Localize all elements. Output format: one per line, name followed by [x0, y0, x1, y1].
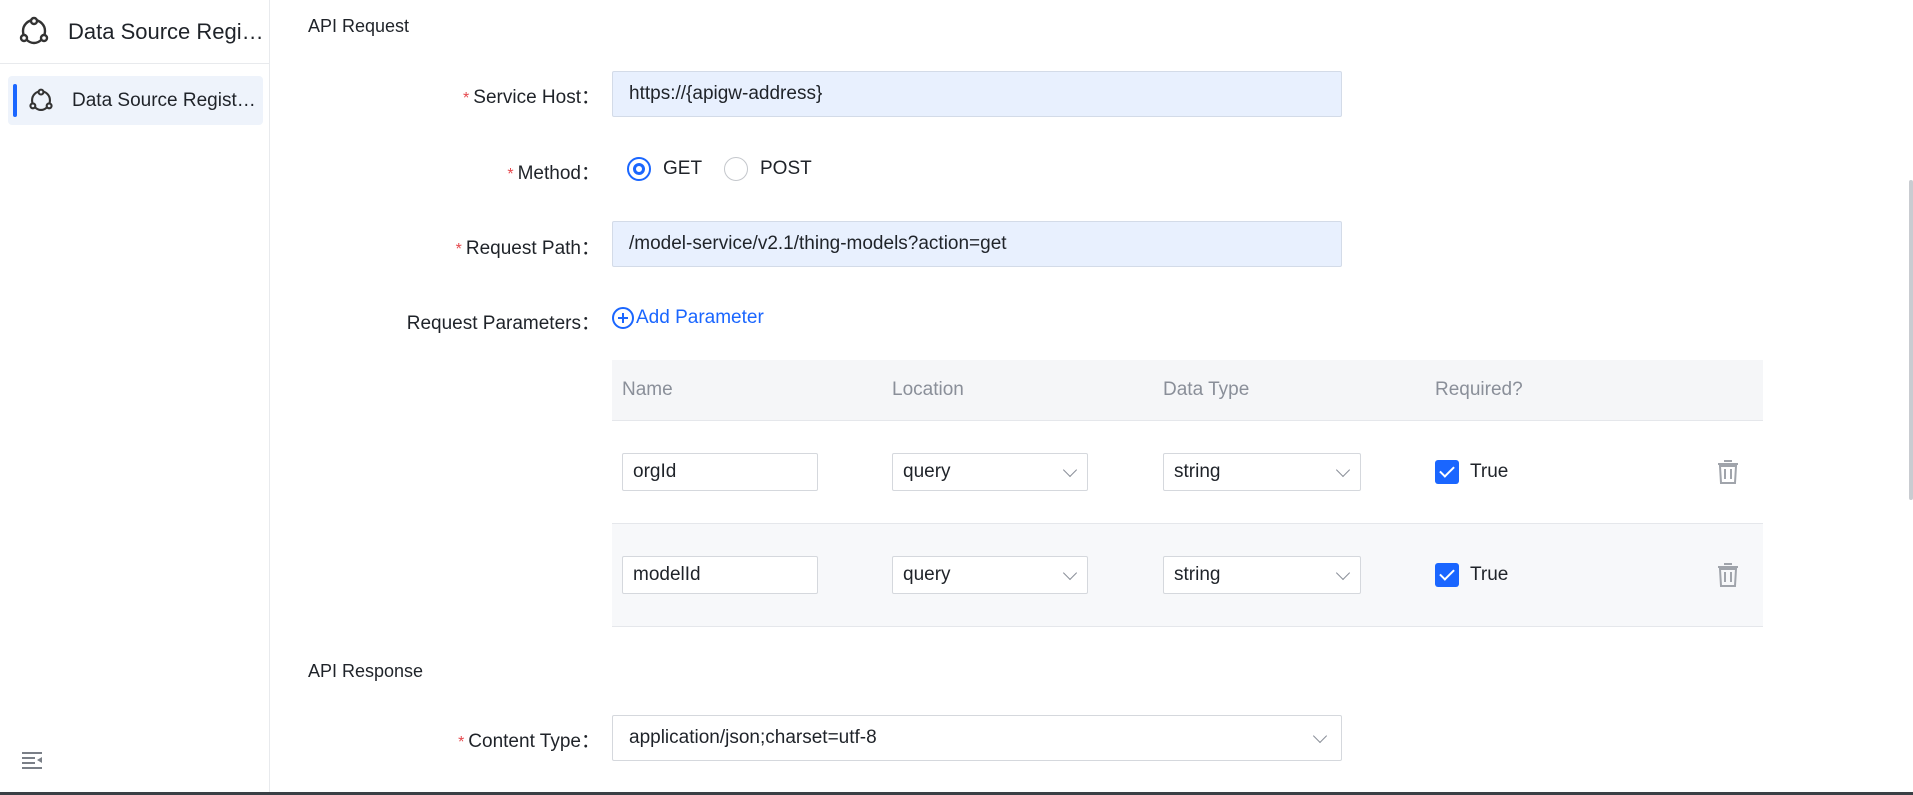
- table-row: orgId query string True: [612, 421, 1763, 524]
- chevron-down-icon: [1312, 728, 1328, 744]
- main-content: API Request * Service Host： https://{apig…: [270, 0, 1913, 795]
- sidebar-item-data-source-registration[interactable]: Data Source Registration: [8, 76, 263, 125]
- method-get-radio[interactable]: [627, 157, 651, 181]
- method-post-radio[interactable]: [724, 157, 748, 181]
- param-name-input[interactable]: modelId: [622, 556, 818, 594]
- scrollbar-thumb[interactable]: [1909, 180, 1913, 500]
- method-label: * Method：: [507, 163, 600, 184]
- trash-icon[interactable]: [1717, 460, 1739, 484]
- add-circle-icon: [612, 307, 634, 329]
- required-mark: *: [458, 734, 465, 751]
- sidebar: Data Source Registration Data Source Reg…: [0, 0, 270, 795]
- app-logo-icon: [19, 16, 49, 44]
- app-title: Data Source Registration: [68, 18, 268, 44]
- param-location-select[interactable]: query: [892, 453, 1088, 491]
- column-header-required: Required?: [1435, 379, 1523, 400]
- api-request-section-title: API Request: [308, 16, 410, 36]
- param-data-type-select[interactable]: string: [1163, 453, 1361, 491]
- add-parameter-button[interactable]: Add Parameter: [612, 307, 764, 329]
- menu-collapse-icon[interactable]: [20, 748, 44, 772]
- chevron-down-icon: [1335, 462, 1351, 478]
- param-required-label: True: [1470, 564, 1509, 585]
- content-type-label: * Content Type：: [458, 731, 600, 752]
- sidebar-header: Data Source Registration: [0, 0, 270, 64]
- column-header-location: Location: [892, 379, 964, 400]
- request-path-label: * Request Path：: [455, 238, 600, 259]
- method-get-label[interactable]: GET: [663, 158, 702, 180]
- service-host-input[interactable]: https://{apigw-address}: [612, 71, 1342, 117]
- api-response-section-title: API Response: [308, 661, 424, 681]
- service-host-label: * Service Host：: [463, 87, 600, 108]
- param-location-select[interactable]: query: [892, 556, 1088, 594]
- required-mark: *: [507, 166, 514, 183]
- sidebar-item-label: Data Source Registration: [72, 89, 257, 111]
- request-parameters-table: Name Location Data Type Required? orgId …: [612, 360, 1763, 627]
- trash-icon[interactable]: [1717, 563, 1739, 587]
- required-mark: *: [463, 90, 470, 107]
- chevron-down-icon: [1335, 565, 1351, 581]
- param-required-checkbox[interactable]: [1435, 460, 1459, 484]
- data-source-icon: [29, 88, 53, 111]
- column-header-name: Name: [622, 379, 673, 400]
- table-row: modelId query string True: [612, 524, 1763, 627]
- request-parameters-label: Request Parameters：: [406, 313, 600, 334]
- column-header-data-type: Data Type: [1163, 379, 1250, 400]
- param-required-checkbox[interactable]: [1435, 563, 1459, 587]
- chevron-down-icon: [1062, 462, 1078, 478]
- table-header: Name Location Data Type Required?: [612, 360, 1763, 421]
- content-type-select[interactable]: application/json;charset=utf-8: [612, 715, 1342, 761]
- method-post-label[interactable]: POST: [760, 158, 812, 180]
- param-name-input[interactable]: orgId: [622, 453, 818, 491]
- request-path-input[interactable]: /model-service/v2.1/thing-models?action=…: [612, 221, 1342, 267]
- param-required-label: True: [1470, 461, 1509, 482]
- chevron-down-icon: [1062, 565, 1078, 581]
- param-data-type-select[interactable]: string: [1163, 556, 1361, 594]
- required-mark: *: [455, 241, 462, 258]
